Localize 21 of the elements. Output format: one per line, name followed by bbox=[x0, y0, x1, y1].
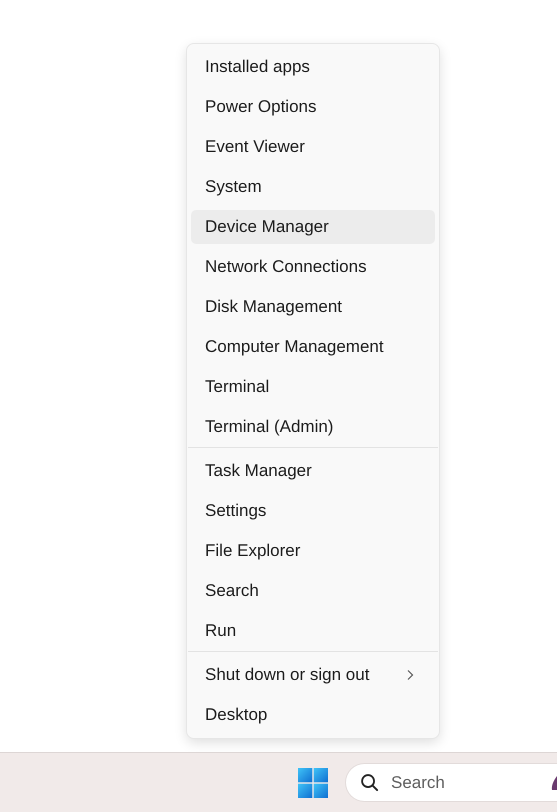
menu-item[interactable]: Power Options bbox=[191, 90, 435, 124]
menu-item[interactable]: Computer Management bbox=[191, 330, 435, 364]
menu-item[interactable]: Run bbox=[191, 614, 435, 648]
menu-item[interactable]: Search bbox=[191, 574, 435, 608]
menu-item[interactable]: Disk Management bbox=[191, 290, 435, 324]
menu-item[interactable]: File Explorer bbox=[191, 534, 435, 568]
menu-item[interactable]: Network Connections bbox=[191, 250, 435, 284]
menu-item[interactable]: System bbox=[191, 170, 435, 204]
menu-item[interactable]: Event Viewer bbox=[191, 130, 435, 164]
menu-item[interactable]: Terminal bbox=[191, 370, 435, 404]
search-bar[interactable]: Search bbox=[345, 763, 557, 802]
windows-logo-icon[interactable] bbox=[298, 768, 328, 798]
menu-item[interactable]: Settings bbox=[191, 494, 435, 528]
menu-item[interactable]: Device Manager bbox=[191, 210, 435, 244]
search-icon bbox=[360, 773, 379, 792]
menu-item[interactable]: Terminal (Admin) bbox=[191, 410, 435, 444]
menu-item[interactable]: Task Manager bbox=[191, 454, 435, 488]
search-field[interactable]: Search bbox=[391, 772, 539, 792]
menu-item[interactable]: Desktop bbox=[191, 698, 435, 732]
menu-item[interactable]: Installed apps bbox=[191, 50, 435, 84]
menu-item[interactable]: Shut down or sign out bbox=[191, 658, 435, 692]
